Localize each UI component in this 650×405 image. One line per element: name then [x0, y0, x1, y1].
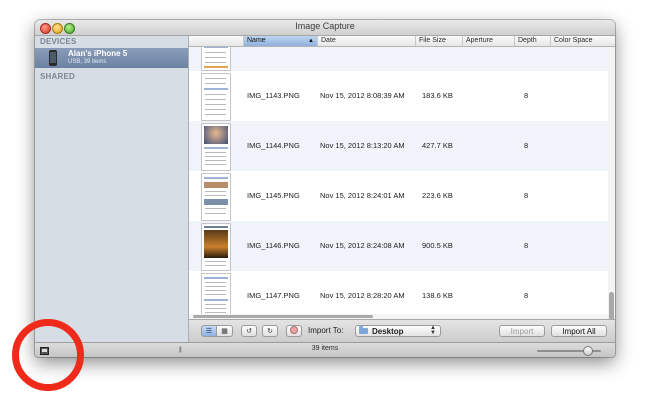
cell-depth: 8 [524, 191, 529, 200]
cell-size: 427.7 KB [422, 141, 453, 150]
column-depth[interactable]: Depth [514, 36, 550, 46]
popup-arrows-icon: ▲ ▼ [430, 325, 436, 336]
delete-button[interactable] [286, 325, 302, 337]
icon-view-button[interactable]: ▦ [217, 325, 233, 337]
table-row[interactable]: IMG_1144.PNG Nov 15, 2012 8:13:20 AM 427… [189, 121, 615, 171]
cell-depth: 8 [524, 91, 529, 100]
rotate-right-button[interactable]: ↻ [262, 325, 278, 337]
table-row[interactable]: IMG_1145.PNG Nov 15, 2012 8:24:01 AM 223… [189, 171, 615, 221]
image-capture-window: Image Capture DEVICES Alan's iPhone 5 US… [35, 20, 615, 357]
import-destination-value: Desktop [372, 327, 404, 336]
rotate-right-icon: ↻ [267, 328, 273, 335]
device-subtitle: USB, 39 items [68, 59, 107, 65]
image-thumbnail [201, 273, 231, 315]
cell-depth: 8 [524, 291, 529, 300]
column-name[interactable]: Name ▲ [243, 36, 317, 46]
horizontal-scroll-thumb[interactable] [193, 315, 373, 318]
cell-size: 223.6 KB [422, 191, 453, 200]
window-title: Image Capture [295, 21, 355, 31]
list-header: Name ▲ Date File Size Aperture Depth Col… [189, 36, 615, 47]
bottom-toolbar: ☰ ▦ ↺ ↻ Import To: Desktop ▲ ▼ Import Imp… [189, 319, 615, 343]
cell-depth: 8 [524, 141, 529, 150]
thumbnail-size-slider-knob[interactable] [583, 346, 593, 356]
column-color-space[interactable]: Color Space [550, 36, 615, 46]
cell-date: Nov 15, 2012 8:24:01 AM [320, 191, 405, 200]
column-thumbnail[interactable] [189, 36, 243, 46]
table-row[interactable]: IMG_1147.PNG Nov 15, 2012 8:28:20 AM 138… [189, 271, 615, 315]
cell-name: IMG_1147.PNG [247, 291, 300, 300]
image-thumbnail [201, 123, 231, 171]
image-thumbnail [201, 73, 231, 121]
delete-icon [290, 326, 298, 335]
iphone-icon [49, 50, 57, 66]
shared-heading: SHARED [40, 72, 75, 81]
sidebar: DEVICES Alan's iPhone 5 USB, 39 items SH… [35, 36, 189, 342]
list-view-button[interactable]: ☰ [201, 325, 217, 337]
import-all-button[interactable]: Import All [551, 325, 607, 337]
cell-date: Nov 15, 2012 8:13:20 AM [320, 141, 405, 150]
cell-name: IMG_1146.PNG [247, 241, 300, 250]
table-row[interactable]: IMG_1143.PNG Nov 15, 2012 8:08:39 AM 183… [189, 71, 615, 121]
image-thumbnail [201, 223, 231, 271]
annotation-circle [12, 319, 84, 391]
sort-ascending-icon: ▲ [308, 38, 314, 44]
import-to-label: Import To: [308, 326, 344, 335]
list-view-icon: ☰ [205, 328, 213, 335]
cell-size: 138.6 KB [422, 291, 453, 300]
column-name-label: Name [247, 37, 266, 44]
cell-depth: 8 [524, 241, 529, 250]
cell-date: Nov 15, 2012 8:08:39 AM [320, 91, 405, 100]
image-thumbnail [201, 173, 231, 221]
column-date[interactable]: Date [317, 36, 415, 46]
image-list[interactable]: IMG_1143.PNG Nov 15, 2012 8:08:39 AM 183… [189, 47, 615, 315]
vertical-scrollbar[interactable] [608, 47, 615, 330]
rotate-left-icon: ↺ [246, 328, 252, 335]
device-name: Alan's iPhone 5 [68, 49, 128, 58]
cell-size: 183.6 KB [422, 91, 453, 100]
table-row[interactable]: IMG_1146.PNG Nov 15, 2012 8:24:08 AM 900… [189, 221, 615, 271]
import-button[interactable]: Import [499, 325, 545, 337]
column-aperture[interactable]: Aperture [462, 36, 514, 46]
image-thumbnail [201, 47, 231, 71]
import-destination-popup[interactable]: Desktop ▲ ▼ [355, 325, 441, 337]
cell-date: Nov 15, 2012 8:24:08 AM [320, 241, 405, 250]
cell-date: Nov 15, 2012 8:28:20 AM [320, 291, 405, 300]
cell-name: IMG_1143.PNG [247, 91, 300, 100]
cell-size: 900.5 KB [422, 241, 453, 250]
sidebar-item-iphone[interactable]: Alan's iPhone 5 USB, 39 items [35, 48, 188, 68]
folder-icon [359, 326, 368, 334]
cell-name: IMG_1144.PNG [247, 141, 300, 150]
devices-heading: DEVICES [40, 37, 77, 46]
item-count: 39 items [311, 345, 339, 352]
cell-name: IMG_1145.PNG [247, 191, 300, 200]
table-row[interactable] [189, 47, 615, 71]
title-bar[interactable]: Image Capture [35, 20, 615, 36]
column-file-size[interactable]: File Size [415, 36, 462, 46]
grid-view-icon: ▦ [221, 328, 228, 335]
rotate-left-button[interactable]: ↺ [241, 325, 257, 337]
status-bar: ||| 39 items [35, 342, 615, 357]
